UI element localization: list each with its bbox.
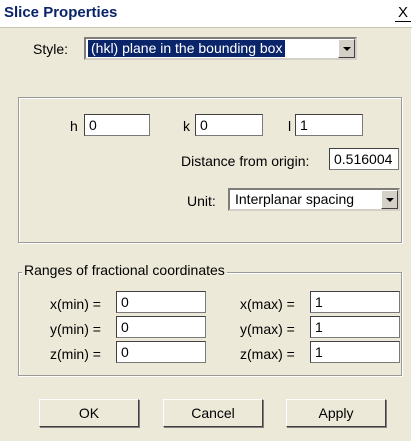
xmin-label: x(min) = <box>50 296 101 312</box>
zmin-input[interactable]: 0 <box>116 341 206 363</box>
style-select-value: (hkl) plane in the bounding box <box>88 40 286 57</box>
distance-label: Distance from origin: <box>181 153 310 169</box>
style-label: Style: <box>33 41 69 57</box>
apply-button[interactable]: Apply <box>286 399 386 427</box>
zmax-input[interactable]: 1 <box>310 341 400 363</box>
close-icon[interactable]: X <box>395 5 411 22</box>
title-bar[interactable]: Slice Properties X <box>0 0 412 28</box>
chevron-down-icon[interactable] <box>381 190 398 209</box>
unit-select[interactable]: Interplanar spacing <box>228 188 400 211</box>
ymin-input[interactable]: 0 <box>116 316 206 338</box>
chevron-down-icon[interactable] <box>338 39 355 58</box>
ok-button[interactable]: OK <box>39 399 139 427</box>
ranges-title: Ranges of fractional coordinates <box>22 262 227 278</box>
l-label: l <box>288 118 292 134</box>
dialog-title: Slice Properties <box>4 4 118 21</box>
unit-select-value: Interplanar spacing <box>235 191 355 207</box>
unit-label: Unit: <box>187 193 216 209</box>
zmin-label: z(min) = <box>50 346 101 362</box>
zmax-label: z(max) = <box>240 346 295 362</box>
k-input[interactable]: 0 <box>195 114 263 136</box>
xmax-input[interactable]: 1 <box>310 291 400 313</box>
ymin-label: y(min) = <box>50 321 101 337</box>
cancel-button[interactable]: Cancel <box>163 399 263 427</box>
xmax-label: x(max) = <box>240 296 295 312</box>
k-label: k <box>183 118 190 134</box>
style-select[interactable]: (hkl) plane in the bounding box <box>84 37 357 60</box>
distance-input[interactable]: 0.516004 <box>329 148 399 170</box>
ymax-label: y(max) = <box>240 321 295 337</box>
slice-properties-dialog: Slice Properties X Style: (hkl) plane in… <box>0 0 412 441</box>
ymax-input[interactable]: 1 <box>310 316 400 338</box>
h-input[interactable]: 0 <box>84 114 150 136</box>
h-label: h <box>70 118 78 134</box>
l-input[interactable]: 1 <box>295 114 363 136</box>
xmin-input[interactable]: 0 <box>116 291 206 313</box>
background-strip <box>412 0 417 441</box>
